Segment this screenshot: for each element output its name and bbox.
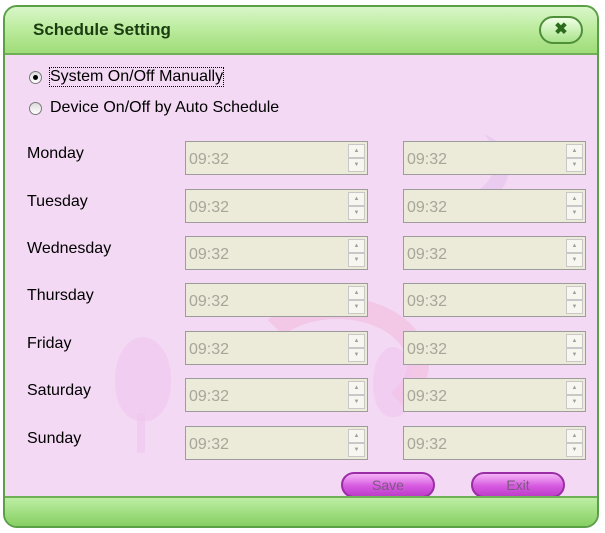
radio-label: Device On/Off by Auto Schedule [50, 99, 280, 116]
spin-up-icon[interactable]: ▲ [566, 239, 583, 253]
time-spinner[interactable]: ▲ ▼ [566, 192, 583, 220]
day-label-friday: Friday [27, 335, 72, 352]
time-spinner[interactable]: ▲ ▼ [348, 429, 365, 457]
spin-down-icon[interactable]: ▼ [566, 348, 583, 362]
time-value[interactable]: 09:32 [407, 246, 447, 264]
spin-down-icon[interactable]: ▼ [566, 253, 583, 267]
save-button[interactable]: Save [341, 472, 435, 498]
spin-down-icon[interactable]: ▼ [566, 395, 583, 409]
time-field-off-monday[interactable]: 09:32 ▲ ▼ [403, 141, 586, 175]
day-label-thursday: Thursday [27, 287, 94, 304]
radio-system-manual[interactable]: System On/Off Manually [29, 66, 225, 88]
radio-button[interactable] [29, 70, 42, 84]
spin-up-icon[interactable]: ▲ [566, 144, 583, 158]
time-spinner[interactable]: ▲ ▼ [348, 192, 365, 220]
spin-down-icon[interactable]: ▼ [566, 443, 583, 457]
time-spinner[interactable]: ▲ ▼ [348, 381, 365, 409]
time-field-on-thursday[interactable]: 09:32 ▲ ▼ [185, 283, 368, 317]
time-value[interactable]: 09:32 [407, 293, 447, 311]
time-value[interactable]: 09:32 [189, 246, 229, 264]
time-value[interactable]: 09:32 [407, 436, 447, 454]
time-spinner[interactable]: ▲ ▼ [566, 429, 583, 457]
radio-label: System On/Off Manually [48, 67, 225, 87]
time-value[interactable]: 09:32 [407, 199, 447, 217]
radio-button[interactable] [29, 101, 42, 115]
tree-trunk-decoration [137, 413, 145, 453]
time-value[interactable]: 09:32 [189, 388, 229, 406]
radio-auto-schedule[interactable]: Device On/Off by Auto Schedule [29, 97, 279, 119]
time-spinner[interactable]: ▲ ▼ [566, 334, 583, 362]
time-field-off-tuesday[interactable]: 09:32 ▲ ▼ [403, 189, 586, 223]
spin-down-icon[interactable]: ▼ [348, 253, 365, 267]
time-value[interactable]: 09:32 [407, 151, 447, 169]
spin-down-icon[interactable]: ▼ [348, 158, 365, 172]
day-label-sunday: Sunday [27, 430, 82, 447]
time-field-on-saturday[interactable]: 09:32 ▲ ▼ [185, 378, 368, 412]
spin-up-icon[interactable]: ▲ [348, 429, 365, 443]
time-field-off-friday[interactable]: 09:32 ▲ ▼ [403, 331, 586, 365]
time-field-on-wednesday[interactable]: 09:32 ▲ ▼ [185, 236, 368, 270]
day-label-saturday: Saturday [27, 382, 92, 399]
spin-down-icon[interactable]: ▼ [566, 206, 583, 220]
time-field-on-friday[interactable]: 09:32 ▲ ▼ [185, 331, 368, 365]
spin-up-icon[interactable]: ▲ [566, 286, 583, 300]
spin-up-icon[interactable]: ▲ [348, 334, 365, 348]
spin-down-icon[interactable]: ▼ [566, 300, 583, 314]
time-spinner[interactable]: ▲ ▼ [566, 239, 583, 267]
spin-up-icon[interactable]: ▲ [348, 192, 365, 206]
spin-up-icon[interactable]: ▲ [566, 429, 583, 443]
time-value[interactable]: 09:32 [189, 341, 229, 359]
window-title: Schedule Setting [33, 20, 171, 39]
spin-down-icon[interactable]: ▼ [348, 348, 365, 362]
time-field-off-wednesday[interactable]: 09:32 ▲ ▼ [403, 236, 586, 270]
time-value[interactable]: 09:32 [189, 293, 229, 311]
time-spinner[interactable]: ▲ ▼ [348, 144, 365, 172]
tree-decoration [115, 337, 171, 421]
time-field-on-sunday[interactable]: 09:32 ▲ ▼ [185, 426, 368, 460]
spin-up-icon[interactable]: ▲ [348, 239, 365, 253]
time-spinner[interactable]: ▲ ▼ [566, 144, 583, 172]
close-icon: ✖ [554, 21, 568, 38]
time-value[interactable]: 09:32 [189, 151, 229, 169]
time-spinner[interactable]: ▲ ▼ [566, 286, 583, 314]
spin-down-icon[interactable]: ▼ [348, 395, 365, 409]
time-spinner[interactable]: ▲ ▼ [348, 239, 365, 267]
exit-button[interactable]: Exit [471, 472, 565, 498]
close-button[interactable]: ✖ [539, 16, 583, 44]
spin-down-icon[interactable]: ▼ [566, 158, 583, 172]
day-label-monday: Monday [27, 145, 84, 162]
spin-up-icon[interactable]: ▲ [566, 381, 583, 395]
spin-down-icon[interactable]: ▼ [348, 206, 365, 220]
title-bar: Schedule Setting ✖ [5, 7, 597, 55]
day-label-tuesday: Tuesday [27, 193, 88, 210]
day-label-wednesday: Wednesday [27, 240, 112, 257]
spin-up-icon[interactable]: ▲ [348, 144, 365, 158]
time-spinner[interactable]: ▲ ▼ [348, 286, 365, 314]
bottom-bar [5, 496, 597, 526]
schedule-setting-window: Schedule Setting ✖ System On/Off Manuall… [3, 5, 599, 528]
spin-up-icon[interactable]: ▲ [348, 381, 365, 395]
time-field-off-thursday[interactable]: 09:32 ▲ ▼ [403, 283, 586, 317]
time-value[interactable]: 09:32 [189, 436, 229, 454]
time-spinner[interactable]: ▲ ▼ [348, 334, 365, 362]
spin-down-icon[interactable]: ▼ [348, 443, 365, 457]
spin-up-icon[interactable]: ▲ [566, 192, 583, 206]
time-field-off-saturday[interactable]: 09:32 ▲ ▼ [403, 378, 586, 412]
time-value[interactable]: 09:32 [189, 199, 229, 217]
spin-down-icon[interactable]: ▼ [348, 300, 365, 314]
time-spinner[interactable]: ▲ ▼ [566, 381, 583, 409]
time-value[interactable]: 09:32 [407, 388, 447, 406]
time-value[interactable]: 09:32 [407, 341, 447, 359]
spin-up-icon[interactable]: ▲ [348, 286, 365, 300]
spin-up-icon[interactable]: ▲ [566, 334, 583, 348]
time-field-on-tuesday[interactable]: 09:32 ▲ ▼ [185, 189, 368, 223]
time-field-on-monday[interactable]: 09:32 ▲ ▼ [185, 141, 368, 175]
time-field-off-sunday[interactable]: 09:32 ▲ ▼ [403, 426, 586, 460]
